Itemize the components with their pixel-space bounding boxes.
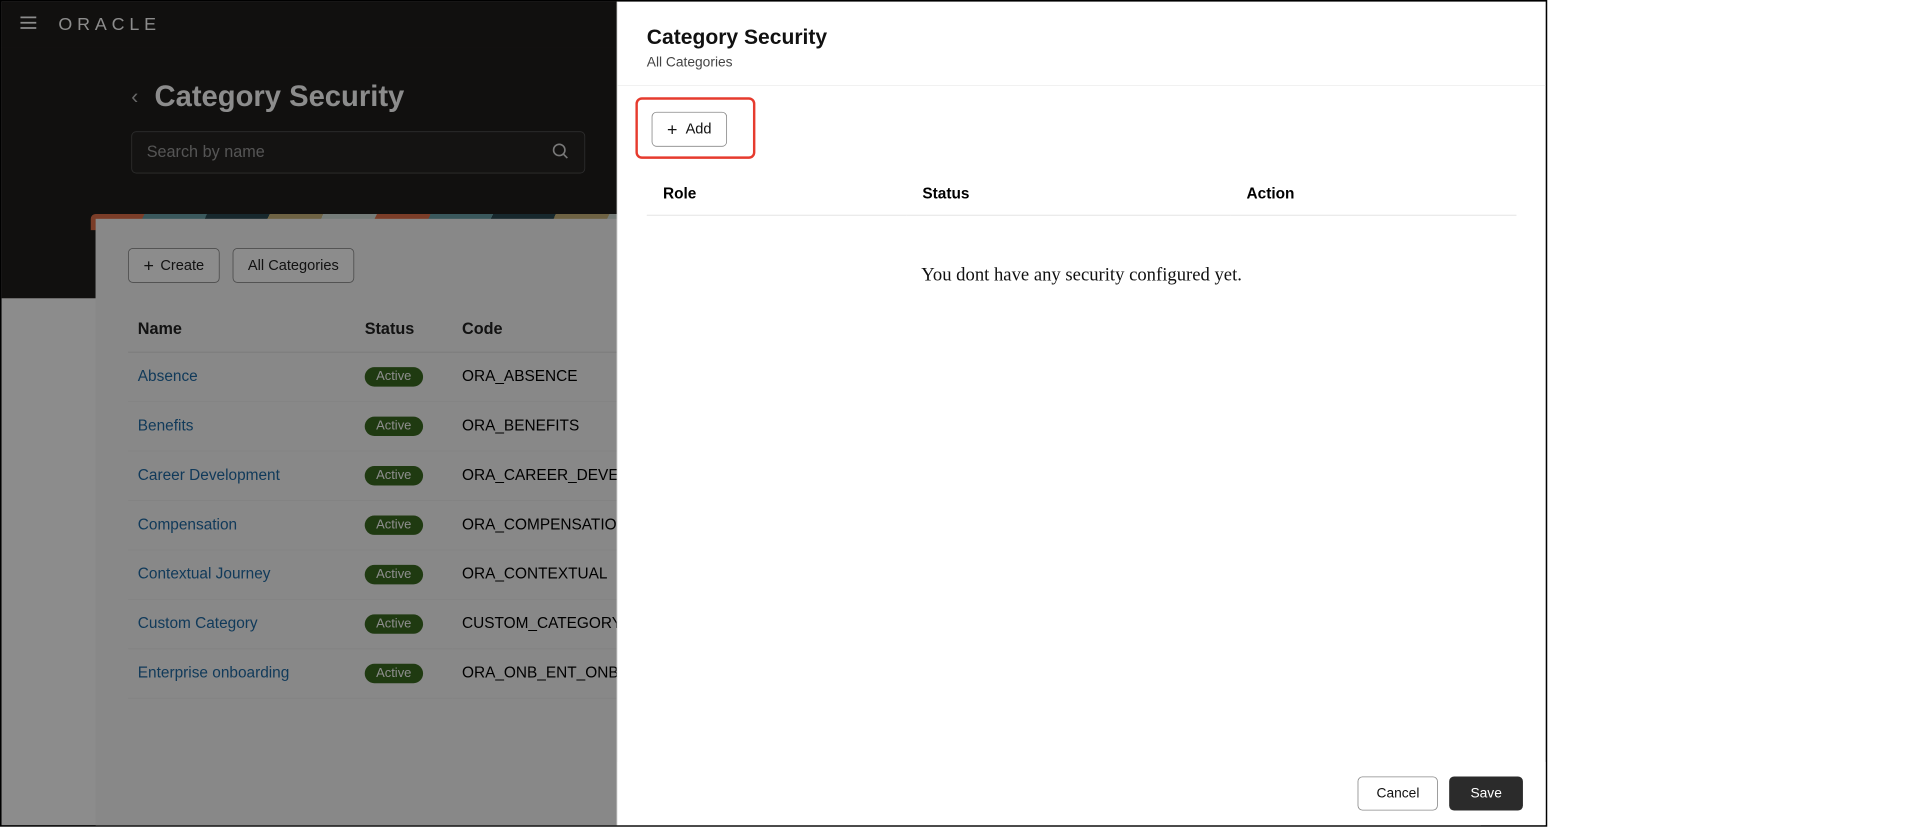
- cancel-button[interactable]: Cancel: [1358, 776, 1438, 810]
- panel-subtitle: All Categories: [647, 54, 1517, 70]
- add-button-label: Add: [686, 121, 712, 138]
- security-table: Role Status Action: [647, 174, 1517, 215]
- security-panel: Category Security All Categories + Add R…: [617, 2, 1546, 825]
- th-action: Action: [1230, 174, 1516, 215]
- add-button[interactable]: + Add: [652, 112, 727, 147]
- th-role: Role: [647, 174, 906, 215]
- empty-state-message: You dont have any security configured ye…: [647, 264, 1517, 285]
- th-panel-status: Status: [906, 174, 1230, 215]
- panel-title: Category Security: [647, 24, 1517, 49]
- save-button[interactable]: Save: [1449, 776, 1523, 810]
